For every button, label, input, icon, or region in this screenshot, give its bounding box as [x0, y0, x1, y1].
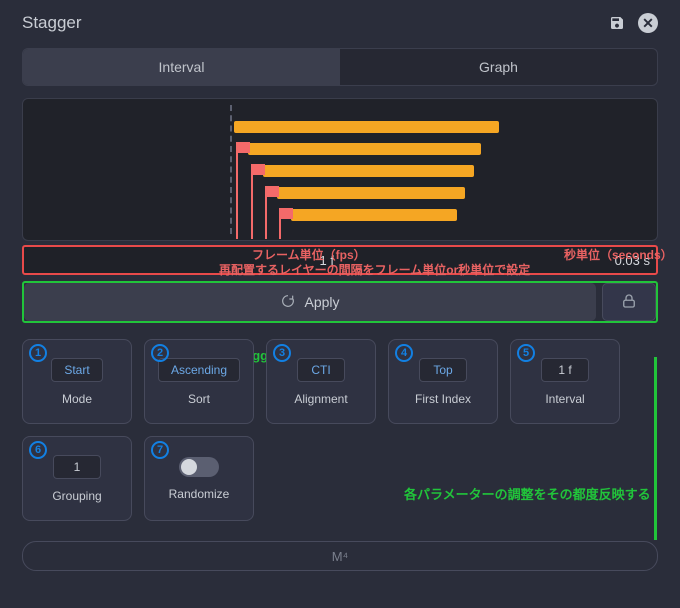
card-label: Mode — [62, 392, 92, 406]
interval-input-row: 1 f 0.03 s フレーム単位（fps） 秒単位（seconds） 再配置す… — [22, 245, 658, 275]
card-number: 1 — [29, 344, 47, 362]
preview-offset-flag — [251, 164, 265, 175]
randomize-toggle[interactable] — [179, 457, 219, 477]
card-number: 7 — [151, 441, 169, 459]
preview-bar — [277, 187, 465, 199]
preview-offset-flag — [236, 142, 250, 153]
stagger-preview — [22, 98, 658, 241]
card-value-alignment[interactable]: CTI — [297, 358, 345, 382]
tab-graph[interactable]: Graph — [340, 49, 657, 85]
preview-offset-stem — [251, 175, 253, 239]
lock-button[interactable] — [602, 283, 656, 321]
card-randomize[interactable]: 7 Randomize — [144, 436, 254, 521]
annotation-interval-desc: 再配置するレイヤーの間隔をフレーム単位or秒単位で設定 — [219, 261, 530, 278]
card-mode[interactable]: 1 Start Mode — [22, 339, 132, 424]
card-alignment[interactable]: 3 CTI Alignment — [266, 339, 376, 424]
annotation-rail — [654, 357, 657, 540]
card-number: 5 — [517, 344, 535, 362]
close-icon[interactable]: ✕ — [638, 13, 658, 33]
annotation-reflect-param: 各パラメーターの調整をその都度反映する — [404, 484, 651, 503]
card-value-grouping[interactable]: 1 — [53, 455, 101, 479]
card-label: Sort — [188, 392, 210, 406]
toggle-knob — [181, 459, 197, 475]
card-value-interval[interactable]: 1 f — [541, 358, 589, 382]
card-number: 6 — [29, 441, 47, 459]
apply-button[interactable]: Apply — [24, 283, 596, 321]
apply-label: Apply — [304, 294, 339, 310]
preview-bar — [291, 209, 457, 221]
card-value-mode[interactable]: Start — [51, 358, 102, 382]
preview-offset-stem — [265, 197, 267, 239]
card-value-sort[interactable]: Ascending — [158, 358, 240, 382]
preview-origin-line — [230, 105, 232, 234]
card-number: 2 — [151, 344, 169, 362]
stagger-panel: Stagger ✕ Interval Graph 1 f — [0, 0, 680, 583]
card-sort[interactable]: 2 Ascending Sort — [144, 339, 254, 424]
preview-bar — [248, 143, 481, 155]
card-interval[interactable]: 5 1 f Interval — [510, 339, 620, 424]
preview-offset-flag — [265, 186, 279, 197]
card-value-first-index[interactable]: Top — [419, 358, 467, 382]
annotation-seconds-unit: 秒単位（seconds） — [564, 246, 673, 263]
card-first-index[interactable]: 4 Top First Index — [388, 339, 498, 424]
panel-header: Stagger ✕ — [22, 12, 658, 34]
lock-icon — [620, 292, 638, 313]
card-grouping[interactable]: 6 1 Grouping — [22, 436, 132, 521]
preview-offset-flag — [279, 208, 293, 219]
card-label: Alignment — [294, 392, 347, 406]
panel-title: Stagger — [22, 13, 82, 33]
card-number: 4 — [395, 344, 413, 362]
card-number: 3 — [273, 344, 291, 362]
apply-row: Apply — [22, 281, 658, 323]
preview-offset-stem — [236, 153, 238, 239]
header-actions: ✕ — [606, 12, 658, 34]
card-label: Interval — [545, 392, 584, 406]
tab-bar: Interval Graph — [22, 48, 658, 86]
preview-bar — [234, 121, 499, 133]
footer-label: M⁴ — [332, 549, 348, 564]
card-label: Randomize — [169, 487, 230, 501]
save-icon[interactable] — [606, 12, 628, 34]
preview-bar — [263, 165, 474, 177]
tab-interval[interactable]: Interval — [23, 49, 340, 85]
preview-offset-stem — [279, 219, 281, 239]
refresh-icon — [280, 293, 296, 312]
footer-button[interactable]: M⁴ — [22, 541, 658, 571]
card-label: Grouping — [52, 489, 101, 503]
card-label: First Index — [415, 392, 471, 406]
